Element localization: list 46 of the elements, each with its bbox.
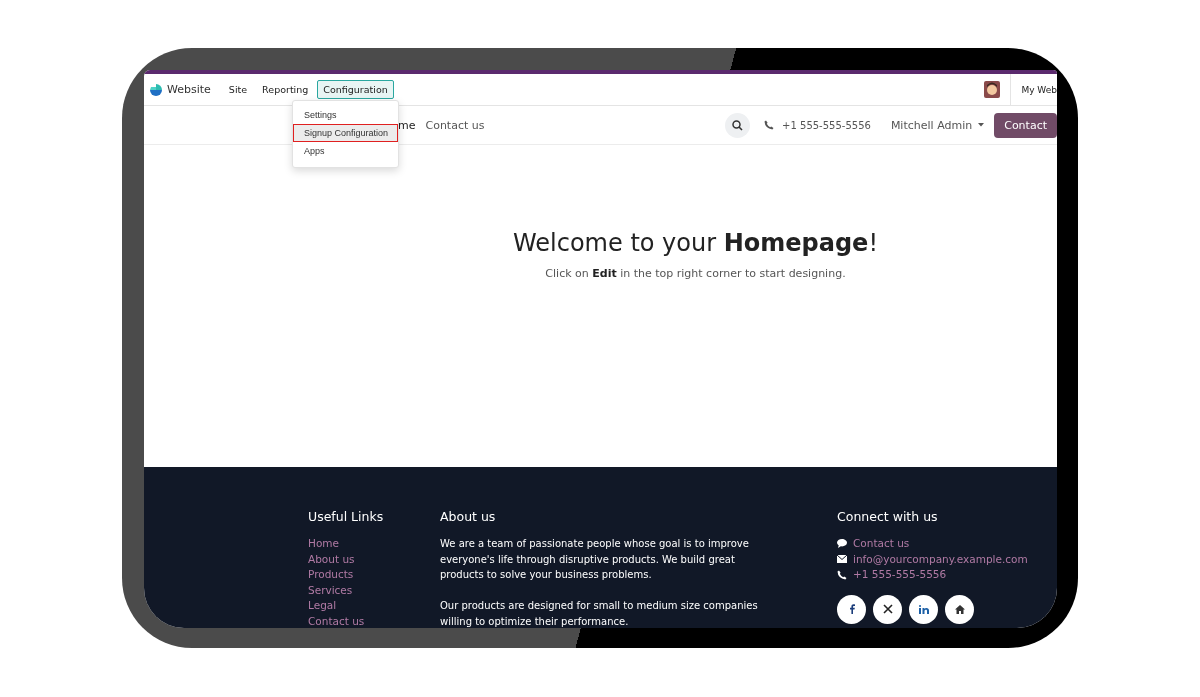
- nav-link[interactable]: me: [398, 118, 416, 132]
- phone-icon: [837, 570, 847, 580]
- chat-icon: [837, 539, 847, 549]
- linkedin-icon: [918, 604, 929, 614]
- nav-link[interactable]: Contact us: [425, 118, 485, 132]
- footer-link[interactable]: Services: [308, 582, 440, 599]
- footer-link[interactable]: Products: [308, 567, 440, 583]
- footer-link[interactable]: Legal: [308, 598, 440, 614]
- dropdown-item[interactable]: Apps: [293, 142, 398, 160]
- search-icon: [732, 119, 744, 131]
- website-switcher[interactable]: My Web: [1021, 84, 1057, 95]
- contact-link[interactable]: +1 555-555-5556: [853, 567, 947, 583]
- phone-number[interactable]: +1 555-555-5556: [782, 119, 871, 131]
- about-text: We are a team of passionate people whose goal is to improve everyone's life through disruptive products. We build great products to solve your business problems.: [440, 537, 750, 583]
- contact-link[interactable]: info@yourcompany.example.com: [853, 551, 1028, 568]
- hero-title: Welcome to your Homepage!: [511, 229, 880, 257]
- contact-button[interactable]: Contact: [994, 112, 1057, 138]
- hero-subtitle: Click on Edit in the top right corner to start designing.: [544, 267, 847, 280]
- app-name[interactable]: Website: [167, 83, 211, 96]
- footer-heading: About us: [440, 509, 497, 524]
- x-icon: [882, 604, 893, 615]
- facebook-icon: [848, 604, 855, 615]
- menu-item[interactable]: Reporting: [256, 80, 315, 99]
- social-button[interactable]: [909, 594, 938, 624]
- menu-item[interactable]: Site: [222, 80, 254, 99]
- contact-link[interactable]: Contact us: [853, 536, 910, 552]
- dropdown-item[interactable]: Signup Configuration: [293, 124, 398, 142]
- user-menu[interactable]: Mitchell Admin: [890, 118, 973, 132]
- dropdown-item[interactable]: Settings: [293, 106, 398, 124]
- menu-item[interactable]: Configuration: [317, 80, 394, 99]
- avatar-icon[interactable]: [984, 81, 1001, 98]
- home-icon: [954, 604, 965, 614]
- caret-icon: [978, 123, 985, 127]
- logo-icon[interactable]: [149, 82, 163, 97]
- social-button[interactable]: [837, 594, 866, 624]
- footer-link[interactable]: Home: [308, 536, 440, 552]
- about-text: Our products are designed for small to medium size companies willing to optimize their performance.: [440, 599, 759, 628]
- phone-icon: [764, 120, 775, 130]
- social-button[interactable]: [873, 594, 902, 624]
- footer-heading: Useful Links: [308, 509, 385, 524]
- search-button[interactable]: [725, 112, 751, 138]
- footer-heading: Connect with us: [837, 509, 939, 524]
- mail-icon: [837, 555, 847, 564]
- footer-link[interactable]: About us: [308, 551, 440, 568]
- footer-link[interactable]: Contact us: [308, 613, 440, 628]
- social-button[interactable]: [945, 594, 974, 624]
